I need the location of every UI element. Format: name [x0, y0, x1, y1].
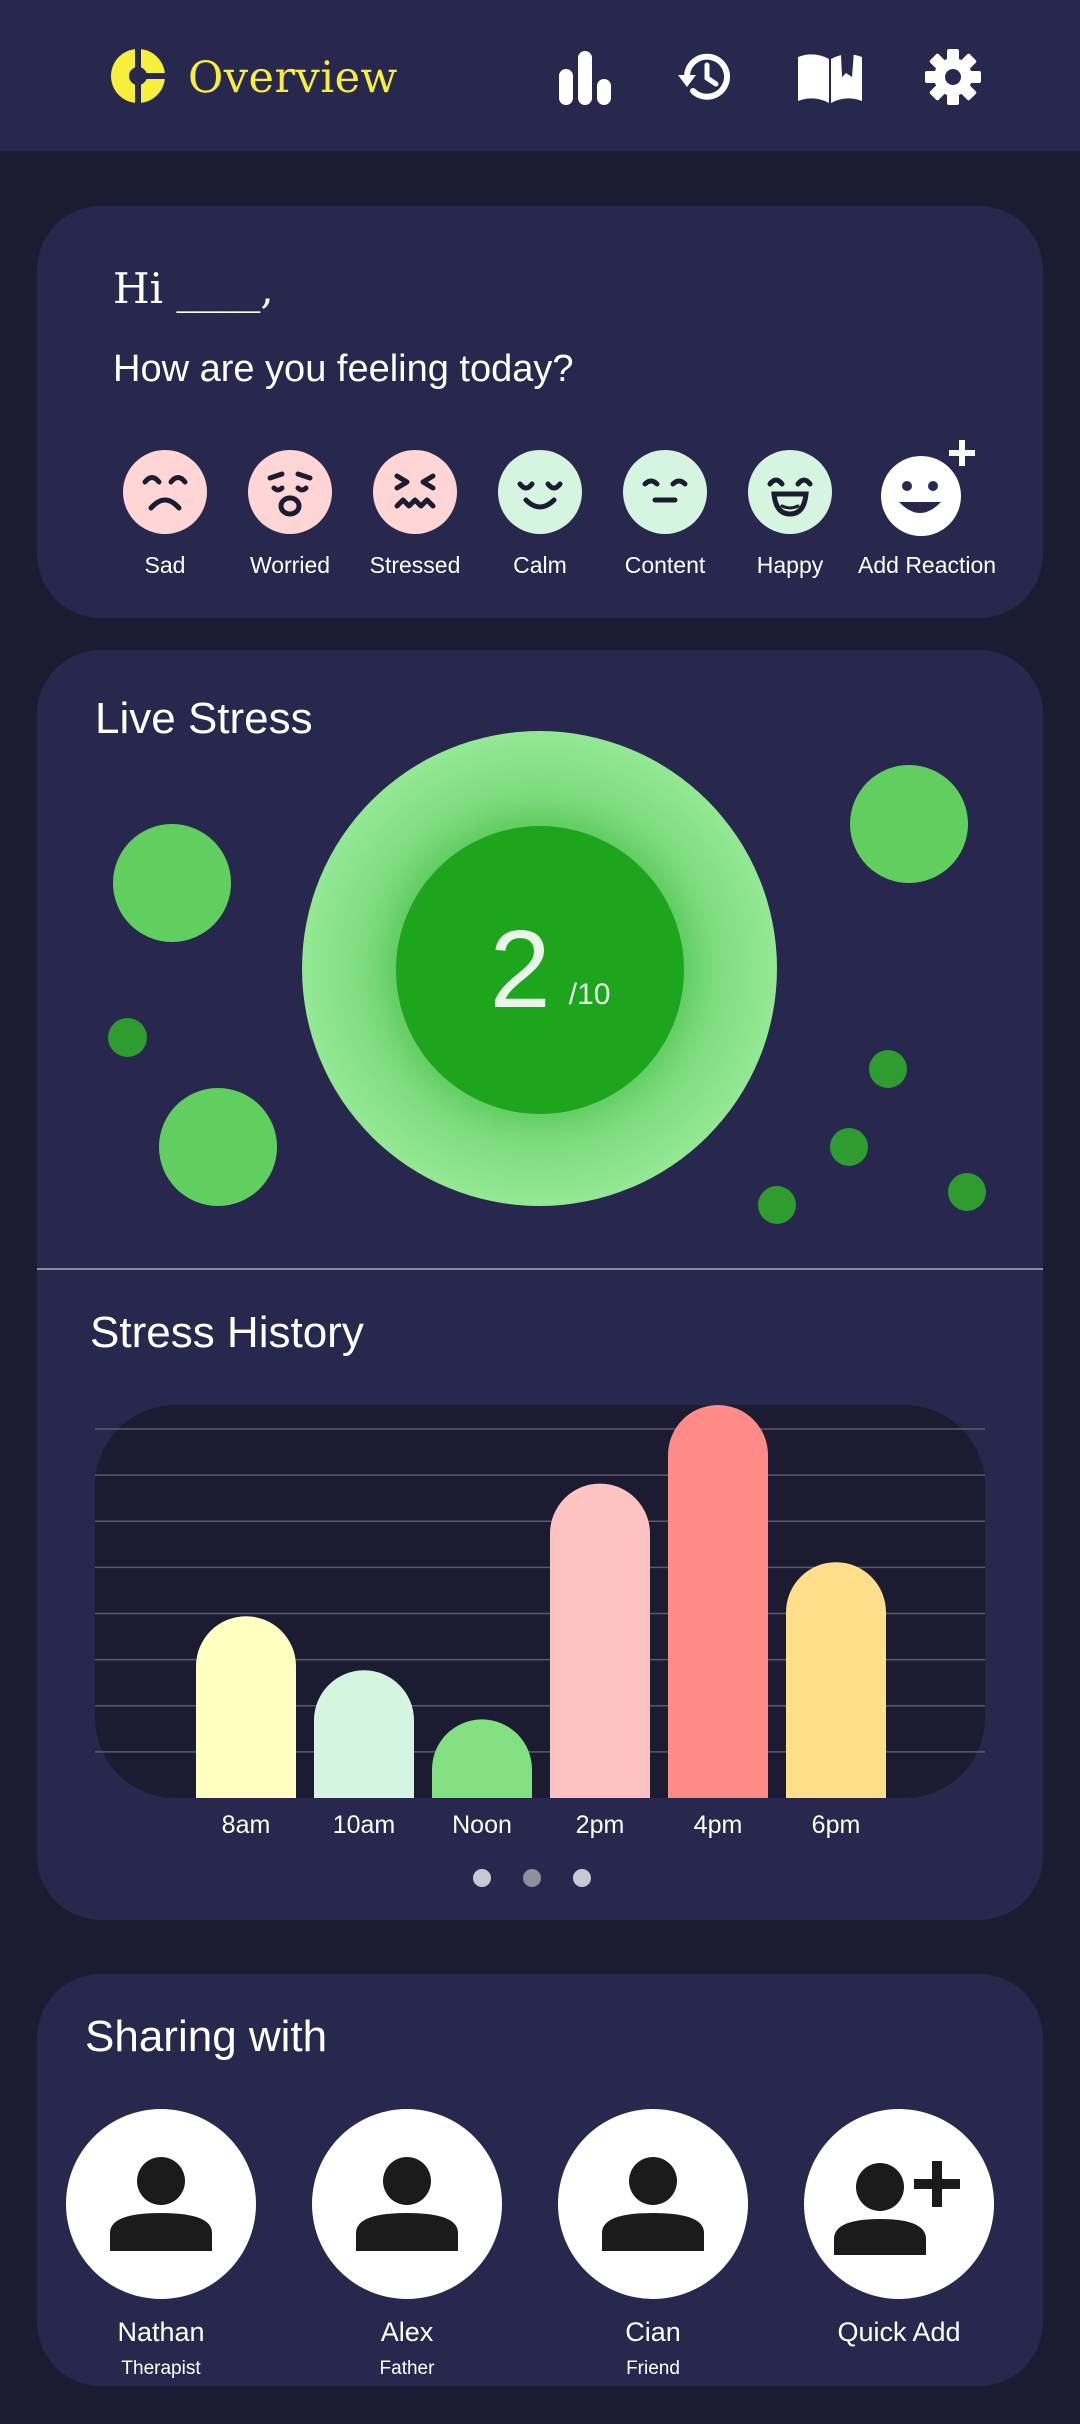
add-person-icon [804, 2109, 994, 2299]
page-title: Overview [188, 53, 398, 103]
chart-x-label: 8am [222, 1811, 271, 1839]
chart-bar-6pm[interactable] [786, 1562, 886, 1798]
reaction-stressed[interactable]: Stressed [350, 450, 480, 579]
stressed-face-icon [373, 450, 457, 534]
contact-alex[interactable]: Alex Father [312, 2109, 502, 2380]
chart-bar-8am[interactable] [196, 1616, 296, 1798]
reaction-label: Add Reaction [858, 552, 997, 578]
person-icon [312, 2109, 502, 2299]
reaction-label: Worried [249, 552, 331, 578]
chart-bar-10am[interactable] [314, 1670, 414, 1798]
chart-x-label: Noon [452, 1811, 512, 1839]
stress-bubble [830, 1128, 868, 1166]
page-dot-1[interactable] [473, 1869, 491, 1887]
content-face-icon [623, 450, 707, 534]
page-dot-2[interactable] [523, 1869, 541, 1887]
chart-x-label: 4pm [694, 1811, 743, 1839]
stress-bubble [869, 1050, 907, 1088]
reaction-add[interactable]: Add Reaction [858, 440, 997, 579]
stress-history-title: Stress History [90, 1308, 364, 1357]
reaction-calm[interactable]: Calm [475, 450, 605, 579]
stress-bubble [108, 1018, 147, 1057]
reaction-label: Content [624, 552, 706, 578]
app-logo-icon [110, 47, 166, 109]
reaction-label: Sad [144, 552, 186, 578]
contact-nathan[interactable]: Nathan Therapist [66, 2109, 256, 2380]
stress-bubble [948, 1173, 986, 1211]
reaction-label: Calm [513, 552, 567, 578]
reaction-label: Happy [756, 552, 824, 578]
stress-scale: /10 [568, 978, 611, 1011]
greeting: Hi ____, [113, 264, 274, 313]
contact-name: Nathan [117, 2317, 205, 2347]
reaction-label: Stressed [369, 552, 461, 578]
stress-bubble [113, 824, 231, 942]
contact-name: Cian [625, 2317, 681, 2347]
contact-role: Father [379, 2358, 435, 2379]
add-reaction-icon [881, 440, 975, 536]
sad-face-icon [123, 450, 207, 534]
stress-bubble [159, 1088, 277, 1206]
contact-role: Friend [626, 2358, 680, 2379]
contact-name: Quick Add [837, 2317, 961, 2347]
sharing-title: Sharing with [85, 2012, 328, 2061]
contact-name: Alex [380, 2317, 434, 2347]
contact-role: Therapist [121, 2358, 201, 2379]
quick-add-contact-button[interactable]: Quick Add [804, 2109, 994, 2348]
section-divider [37, 1268, 1043, 1270]
person-icon [66, 2109, 256, 2299]
top-app-bar: Overview [0, 0, 1080, 151]
live-stress-title: Live Stress [95, 694, 313, 743]
history-icon[interactable] [670, 42, 740, 112]
brand[interactable]: Overview [110, 47, 398, 109]
reaction-worried[interactable]: Worried [225, 450, 355, 579]
reaction-content[interactable]: Content [600, 450, 730, 579]
worried-face-icon [248, 450, 332, 534]
chart-bar-2pm[interactable] [550, 1483, 650, 1798]
settings-gear-icon[interactable] [918, 42, 988, 112]
chart-x-label: 6pm [812, 1811, 861, 1839]
reaction-sad[interactable]: Sad [100, 450, 230, 579]
contact-cian[interactable]: Cian Friend [558, 2109, 748, 2380]
chart-x-label: 2pm [576, 1811, 625, 1839]
stress-bubble [758, 1186, 796, 1224]
happy-face-icon [748, 450, 832, 534]
chart-bar-4pm[interactable] [668, 1405, 768, 1798]
stress-bubble [850, 765, 968, 883]
mood-question: How are you feeling today? [113, 348, 574, 390]
reaction-happy[interactable]: Happy [725, 450, 855, 579]
book-icon[interactable] [795, 42, 865, 112]
page-dot-3[interactable] [573, 1869, 591, 1887]
stress-value: 2 [489, 908, 551, 1031]
stats-bar-icon[interactable] [550, 42, 620, 112]
stress-score: 2 /10 [396, 826, 684, 1114]
calm-face-icon [498, 450, 582, 534]
person-icon [558, 2109, 748, 2299]
stress-history-chart: 8am 10am Noon 2pm 4pm 6pm [95, 1405, 985, 1839]
chart-x-label: 10am [333, 1811, 396, 1839]
